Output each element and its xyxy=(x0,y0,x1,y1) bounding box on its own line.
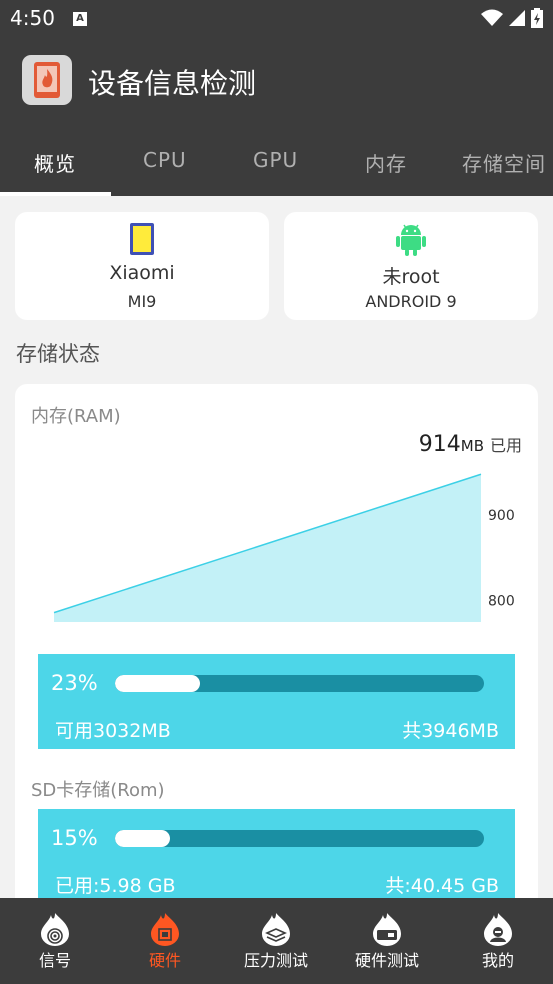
android-version: ANDROID 9 xyxy=(365,292,457,311)
nav-profile-label: 我的 xyxy=(481,951,514,970)
rom-total: 共:40.45 GB xyxy=(385,875,499,897)
rom-progress-track xyxy=(115,830,484,847)
storage-section-title: 存储状态 xyxy=(16,342,100,366)
phone-flame-icon xyxy=(22,55,72,105)
ram-total: 共3946MB xyxy=(402,720,499,742)
rom-progress-fill xyxy=(115,830,171,847)
phone-icon xyxy=(130,223,154,255)
ram-label: 内存(RAM) xyxy=(31,406,121,427)
ram-progress-fill xyxy=(115,675,200,692)
layers-flame-icon xyxy=(262,913,290,946)
ram-available: 可用3032MB xyxy=(55,720,171,742)
notification-icon: A xyxy=(73,12,87,26)
storage-card: 内存(RAM) 914MB 已用 900 800 23% 可用3032MB 共394… xyxy=(15,384,538,924)
nav-hardware-label: 硬件 xyxy=(148,951,181,970)
ram-percent: 23% xyxy=(51,671,98,695)
device-model: MI9 xyxy=(127,292,157,311)
ram-progress-track xyxy=(115,675,484,692)
app-bar: 设备信息检测 xyxy=(0,36,553,126)
root-card[interactable]: 未root ANDROID 9 xyxy=(284,212,538,320)
status-bar: 4:50 A xyxy=(0,0,553,36)
ram-used-unit: MB xyxy=(460,437,484,455)
signal-icon xyxy=(509,10,525,26)
nav-hardware-test[interactable]: 硬件测试 xyxy=(332,898,442,984)
nav-hardware-test-label: 硬件测试 xyxy=(354,951,419,970)
nav-profile[interactable]: 我的 xyxy=(443,898,553,984)
ram-used: 914MB 已用 xyxy=(419,432,522,457)
bottom-nav: 信号 硬件 压力测试 硬件测试 我的 xyxy=(0,898,553,984)
nav-stress-test-label: 压力测试 xyxy=(243,951,308,970)
rom-percent: 15% xyxy=(51,826,98,850)
card-flame-icon xyxy=(373,913,401,946)
signal-flame-icon xyxy=(41,913,69,946)
ram-chart: 900 800 xyxy=(53,473,515,622)
y-tick-label: 900 xyxy=(488,508,515,524)
tab-indicator xyxy=(0,192,111,196)
tab-overview[interactable]: 概览 xyxy=(34,148,76,177)
ram-usage-panel: 23% 可用3032MB 共3946MB xyxy=(38,654,515,749)
user-flame-icon xyxy=(484,913,512,946)
nav-stress-test[interactable]: 压力测试 xyxy=(221,898,331,984)
device-card[interactable]: Xiaomi MI9 xyxy=(15,212,269,320)
tab-storage[interactable]: 存储空间 xyxy=(462,148,546,177)
tab-cpu[interactable]: CPU xyxy=(143,148,187,172)
status-icons xyxy=(481,8,543,28)
device-brand: Xiaomi xyxy=(109,262,175,284)
wifi-icon xyxy=(481,9,503,26)
tab-gpu[interactable]: GPU xyxy=(253,148,298,172)
tab-memory[interactable]: 内存 xyxy=(365,148,407,177)
rom-label: SD卡存储(Rom) xyxy=(31,780,165,801)
chip-flame-icon xyxy=(151,913,179,946)
ram-used-value: 914 xyxy=(418,432,461,457)
tab-bar: 概览 CPU GPU 内存 存储空间 xyxy=(0,126,553,196)
nav-signal[interactable]: 信号 xyxy=(0,898,110,984)
ram-used-label: 已用 xyxy=(489,436,522,455)
nav-signal-label: 信号 xyxy=(38,951,71,970)
rom-usage-panel: 15% 已用:5.98 GB 共:40.45 GB xyxy=(38,809,515,904)
ram-chart-area xyxy=(54,474,481,622)
app-title: 设备信息检测 xyxy=(88,67,257,100)
y-tick-label: 800 xyxy=(488,594,515,610)
android-icon xyxy=(396,224,426,256)
battery-icon xyxy=(531,8,543,28)
rom-used: 已用:5.98 GB xyxy=(55,875,176,897)
root-status: 未root xyxy=(382,266,440,288)
status-time: 4:50 xyxy=(10,6,55,30)
nav-hardware[interactable]: 硬件 xyxy=(110,898,220,984)
